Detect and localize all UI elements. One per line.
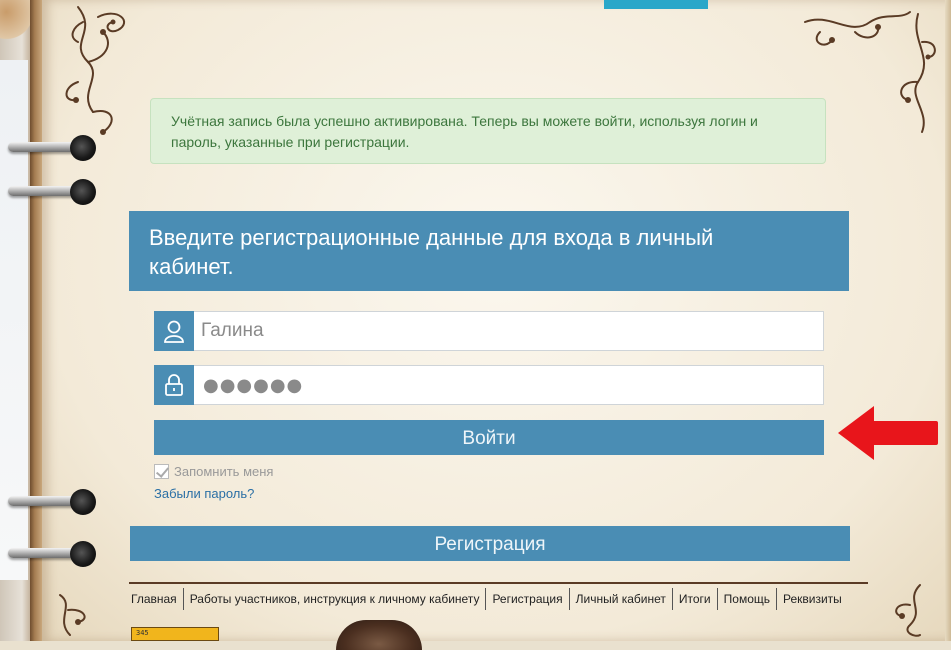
binder-ring (8, 178, 96, 205)
checkbox-icon[interactable] (154, 463, 169, 479)
username-input[interactable] (201, 312, 811, 350)
red-arrow-left-icon (838, 406, 938, 460)
password-input[interactable]: ●●●●●● (203, 366, 303, 404)
binder-ring (8, 488, 96, 515)
remember-me-checkbox[interactable]: Запомнить меня (154, 462, 273, 480)
page-edge (945, 0, 951, 641)
nav-item-requisites[interactable]: Реквизиты (776, 588, 848, 610)
username-field[interactable] (154, 311, 824, 351)
alert-text-line-1: Учётная запись была успешно активирована… (171, 113, 758, 129)
login-heading: Введите регистрационные данные для входа… (129, 211, 849, 291)
lock-icon (154, 365, 194, 405)
corner-ornament-bottom-left-icon (59, 594, 86, 636)
binder-ring (8, 134, 96, 161)
partner-logo[interactable]: 345 (131, 627, 219, 641)
nav-item-works[interactable]: Работы участников, инструкция к личному … (182, 588, 486, 610)
partner-logo-text: 345 (136, 629, 149, 637)
password-field[interactable]: ●●●●●● (154, 365, 824, 405)
forgot-password-link[interactable]: Забыли пароль? (154, 486, 254, 501)
alert-text-line-2: пароль, указанные при регистрации. (171, 134, 410, 150)
nav-item-registration[interactable]: Регистрация (485, 588, 568, 610)
binder-ring (8, 540, 96, 567)
user-icon (154, 311, 194, 351)
nav-item-home[interactable]: Главная (129, 588, 183, 610)
activation-success-alert: Учётная запись была успешно активирована… (150, 98, 826, 164)
nav-item-help[interactable]: Помощь (716, 588, 776, 610)
login-heading-line-2: кабинет. (149, 254, 234, 279)
nav-item-results[interactable]: Итоги (671, 588, 717, 610)
person-photo (336, 620, 422, 650)
login-button[interactable]: Войти (154, 420, 824, 455)
nav-item-personal-cabinet[interactable]: Личный кабинет (568, 588, 672, 610)
login-heading-line-1: Введите регистрационные данные для входа… (149, 225, 714, 250)
footer-nav: Главная Работы участников, инструкция к … (129, 588, 848, 610)
footer-nav-divider (129, 582, 868, 584)
top-accent-bar (604, 0, 708, 9)
remember-me-label: Запомнить меня (174, 463, 274, 479)
register-button[interactable]: Регистрация (130, 526, 850, 561)
background-decoration (0, 0, 32, 40)
corner-ornament-bottom-right-icon (895, 584, 921, 637)
